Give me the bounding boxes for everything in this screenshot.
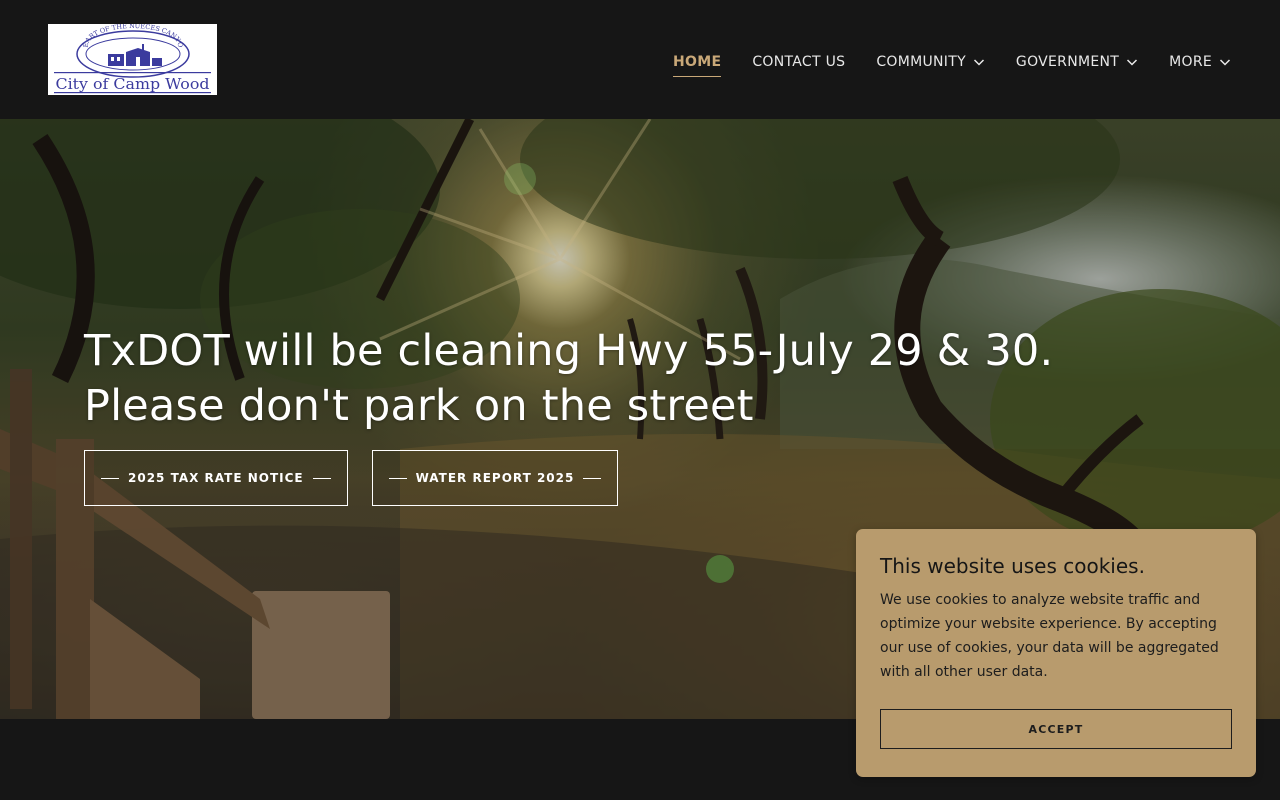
- logo-arc-text: HEART OF THE NUECES CANYON: [48, 24, 184, 48]
- logo-name-text: City of Camp Wood: [56, 75, 210, 93]
- cookie-body: We use cookies to analyze website traffi…: [880, 592, 1219, 680]
- dash-decoration: [101, 477, 119, 479]
- button-label: 2025 TAX RATE NOTICE: [128, 471, 304, 485]
- cookie-banner: This website uses cookies. We use cookie…: [856, 529, 1256, 777]
- cookie-title: This website uses cookies.: [880, 554, 1145, 578]
- nav-item-label: COMMUNITY: [876, 54, 966, 70]
- hero-title: TxDOT will be cleaning Hwy 55-July 29 & …: [84, 324, 1084, 434]
- nav-item-label: HOME: [673, 54, 722, 70]
- button-label: WATER REPORT 2025: [415, 471, 575, 485]
- nav-item-label: MORE: [1169, 54, 1212, 70]
- chevron-down-icon: [973, 56, 985, 68]
- nav-item-home[interactable]: HOME: [673, 50, 722, 77]
- dash-decoration: [312, 477, 331, 479]
- water-report-button[interactable]: WATER REPORT 2025: [371, 450, 619, 506]
- logo-graphic: HEART OF THE NUECES CANYON City of Camp …: [48, 24, 211, 94]
- nav-item-label: GOVERNMENT: [1015, 54, 1120, 70]
- city-logo[interactable]: HEART OF THE NUECES CANYON City of Camp …: [48, 24, 217, 95]
- dash-decoration: [388, 477, 407, 479]
- nav-item-government[interactable]: GOVERNMENT: [1016, 50, 1138, 74]
- accept-cookies-button[interactable]: ACCEPT: [880, 709, 1232, 749]
- nav-item-community[interactable]: COMMUNITY: [876, 50, 985, 74]
- nav-item-contact-us[interactable]: CONTACT US: [752, 50, 845, 74]
- tax-rate-notice-button[interactable]: 2025 TAX RATE NOTICE: [84, 450, 348, 506]
- nav-item-more[interactable]: MORE: [1169, 50, 1231, 74]
- site-header: HEART OF THE NUECES CANYON City of Camp …: [0, 0, 1280, 119]
- hero-buttons: 2025 TAX RATE NOTICE WATER REPORT 2025: [84, 450, 619, 506]
- nav-item-label: CONTACT US: [752, 54, 846, 70]
- hero-title-line-1: TxDOT will be cleaning Hwy 55-July 29 & …: [84, 326, 1054, 376]
- hero-title-line-2: Please don't park on the street: [84, 381, 754, 431]
- chevron-down-icon: [1219, 56, 1231, 68]
- chevron-down-icon: [1126, 56, 1138, 68]
- main-nav: HOME CONTACT US COMMUNITY GOVERNMENT MOR…: [673, 50, 1231, 77]
- dash-decoration: [583, 477, 602, 479]
